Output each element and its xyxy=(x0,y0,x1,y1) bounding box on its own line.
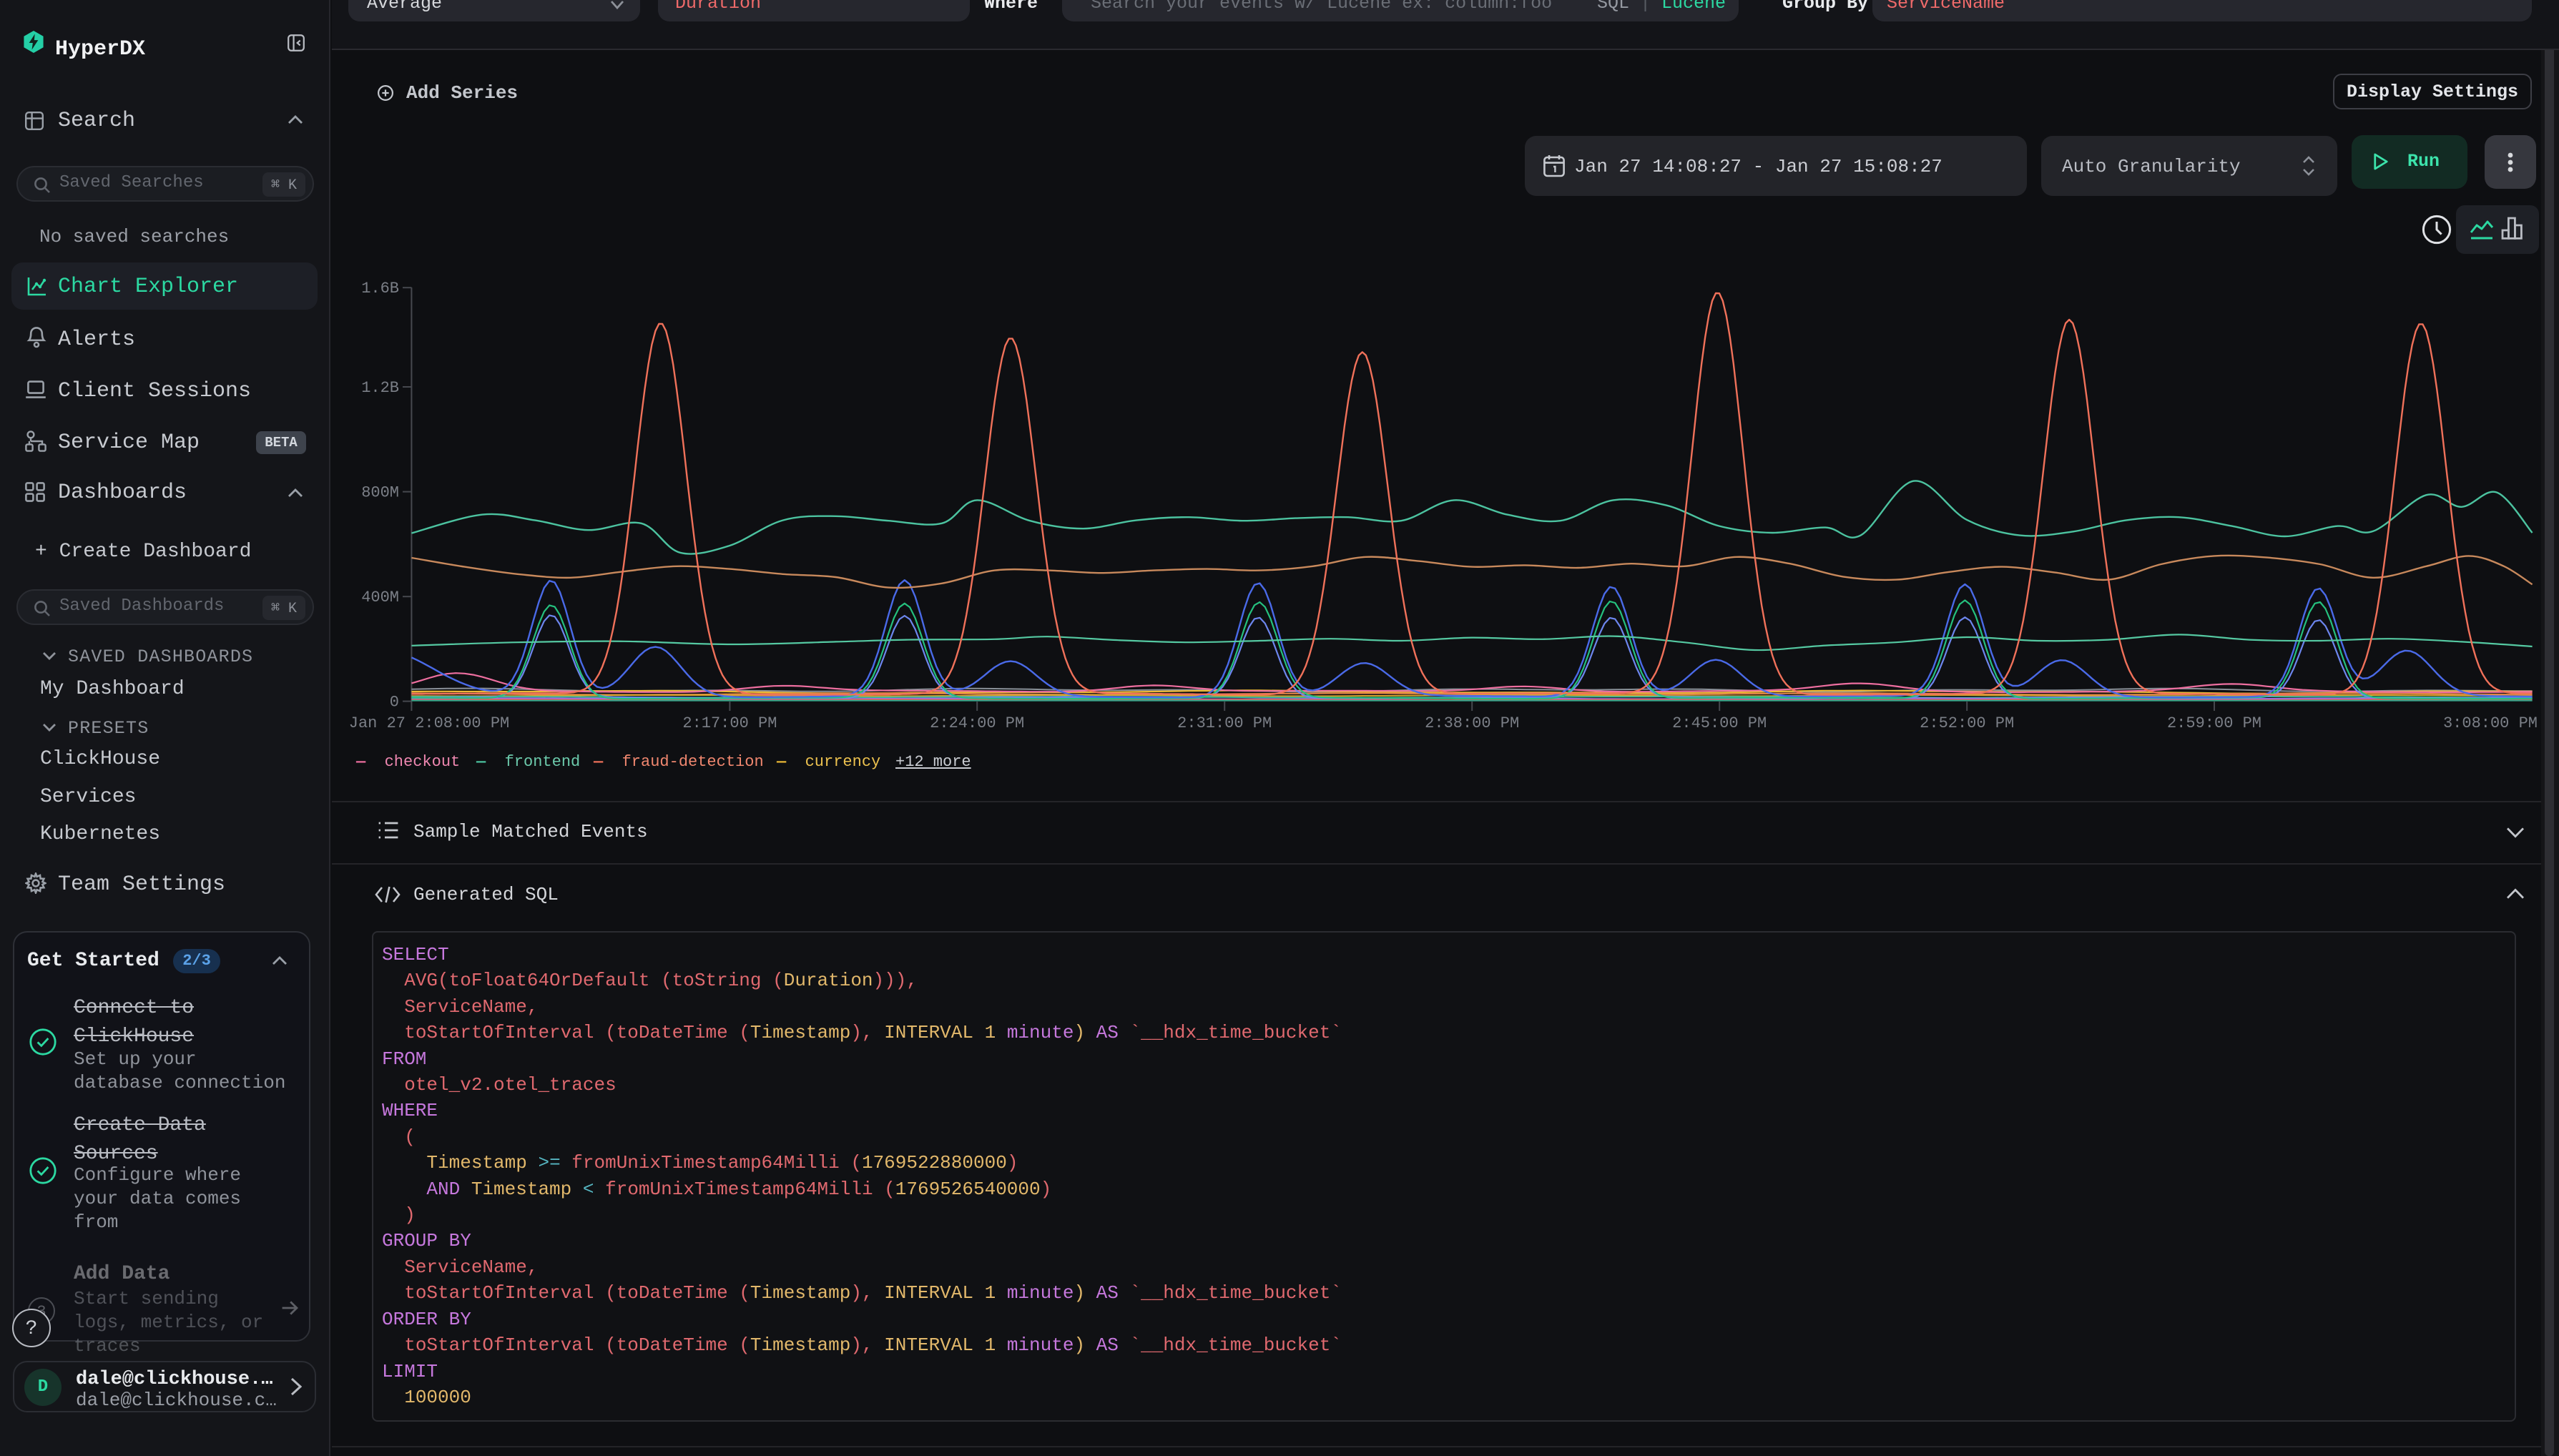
svg-text:2:24:00 PM: 2:24:00 PM xyxy=(930,714,1024,732)
svg-text:2:17:00 PM: 2:17:00 PM xyxy=(682,714,777,732)
svg-text:0: 0 xyxy=(390,693,399,711)
svg-text:2:45:00 PM: 2:45:00 PM xyxy=(1672,714,1767,732)
svg-text:1.2B: 1.2B xyxy=(361,379,399,397)
svg-text:800M: 800M xyxy=(361,483,399,501)
svg-text:400M: 400M xyxy=(361,589,399,606)
svg-text:1.6B: 1.6B xyxy=(361,280,399,297)
svg-text:3:08:00 PM: 3:08:00 PM xyxy=(2443,714,2538,732)
svg-text:2:31:00 PM: 2:31:00 PM xyxy=(1177,714,1272,732)
svg-text:2:52:00 PM: 2:52:00 PM xyxy=(1920,714,2014,732)
svg-text:Jan 27 2:08:00 PM: Jan 27 2:08:00 PM xyxy=(349,714,509,732)
svg-text:2:38:00 PM: 2:38:00 PM xyxy=(1425,714,1519,732)
svg-text:2:59:00 PM: 2:59:00 PM xyxy=(2167,714,2261,732)
